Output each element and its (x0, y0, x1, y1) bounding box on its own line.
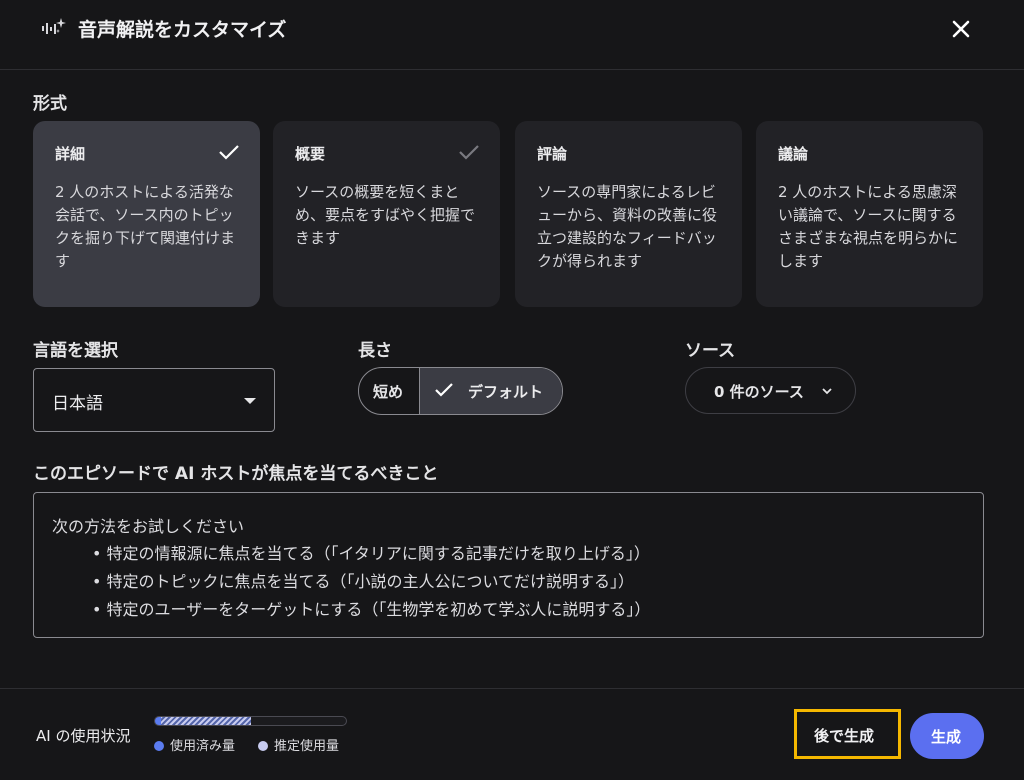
format-option-title: 概要 (295, 145, 326, 163)
length-option-label: デフォルト (468, 383, 544, 401)
dropdown-arrow-icon (244, 398, 256, 404)
sparkle-waveform-icon (42, 18, 66, 34)
focus-example-item: 特定のトピックに焦点を当てる（「小説の主人公についてだけ説明する」） (92, 568, 650, 596)
generate-label: 生成 (931, 728, 962, 746)
legend-used-label: 使用済み量 (170, 739, 236, 754)
check-icon (459, 145, 479, 160)
format-label: 形式 (33, 94, 67, 114)
focus-label: このエピソードで AI ホストが焦点を当てるべきこと (33, 464, 439, 484)
format-option-title: 詳細 (55, 145, 86, 163)
usage-label: AI の使用状況 (36, 727, 131, 745)
format-option-description: 2 人のホストによる活発な会話で、ソース内のトピックを掘り下げて関連付けます (55, 183, 236, 270)
generate-later-label: 後で生成 (814, 727, 875, 745)
usage-estimated-fill (161, 717, 251, 725)
source-count: 0 件のソース (714, 383, 804, 401)
length-option-default[interactable]: デフォルト (419, 368, 562, 414)
check-icon (219, 145, 239, 160)
format-option-detail[interactable]: 詳細 2 人のホストによる活発な会話で、ソース内のトピックを掘り下げて関連付けま… (33, 121, 260, 307)
format-option-title: 議論 (778, 145, 809, 163)
length-label: 長さ (358, 341, 392, 361)
format-option-critique[interactable]: 評論 ソースの専門家によるレビューから、資料の改善に役立つ建設的なフィードバック… (515, 121, 742, 307)
focus-placeholder-title: 次の方法をお試しください (52, 517, 245, 536)
format-option-title: 評論 (537, 145, 568, 163)
generate-button[interactable]: 生成 (910, 713, 984, 759)
format-option-debate[interactable]: 議論 2 人のホストによる思慮深い議論で、ソースに関するさまざまな視点を明らかに… (756, 121, 983, 307)
source-label: ソース (685, 341, 736, 361)
used-dot-icon (154, 741, 164, 751)
focus-example-item: 特定のユーザーをターゲットにする（「生物学を初めて学ぶ人に説明する」） (92, 596, 651, 624)
focus-examples: 特定の情報源に焦点を当てる（「イタリアに関する記事だけを取り上げる」） 特定のト… (92, 540, 651, 624)
generate-later-button[interactable]: 後で生成 (794, 709, 901, 759)
estimated-dot-icon (258, 741, 268, 751)
format-option-summary[interactable]: 概要 ソースの概要を短くまとめ、要点をすばやく把握できます (273, 121, 500, 307)
language-value: 日本語 (52, 394, 103, 414)
length-toggle: 短め デフォルト (358, 367, 563, 415)
language-select[interactable]: 日本語 (33, 368, 275, 432)
legend-used: 使用済み量 (154, 735, 235, 754)
dialog-footer: AI の使用状況 使用済み量 推定使用量 後で生成 生成 (0, 688, 1024, 780)
usage-progress-bar (154, 716, 347, 726)
check-icon (435, 383, 453, 397)
focus-example-item: 特定の情報源に焦点を当てる（「イタリアに関する記事だけを取り上げる」） (92, 540, 650, 568)
source-dropdown-button[interactable]: 0 件のソース (685, 367, 856, 414)
close-icon[interactable] (946, 14, 976, 44)
chevron-down-icon (822, 388, 832, 395)
legend-estimated-label: 推定使用量 (274, 739, 340, 754)
legend-estimated: 推定使用量 (258, 735, 339, 754)
length-option-short[interactable]: 短め (359, 368, 419, 414)
format-option-description: 2 人のホストによる思慮深い議論で、ソースに関するさまざまな視点を明らかにします (778, 183, 959, 270)
dialog-title: 音声解説をカスタマイズ (78, 19, 287, 41)
focus-textarea[interactable]: 次の方法をお試しください 特定の情報源に焦点を当てる（「イタリアに関する記事だけ… (33, 492, 984, 638)
dialog-header: 音声解説をカスタマイズ (0, 0, 1024, 70)
format-option-description: ソースの概要を短くまとめ、要点をすばやく把握できます (295, 183, 476, 247)
format-option-description: ソースの専門家によるレビューから、資料の改善に役立つ建設的なフィードバックが得ら… (537, 183, 718, 270)
length-option-label: 短め (373, 383, 404, 401)
language-label: 言語を選択 (33, 341, 118, 361)
